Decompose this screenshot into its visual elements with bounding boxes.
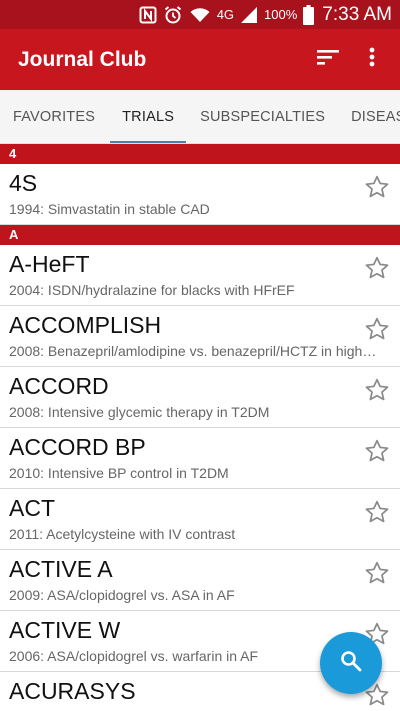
wifi-icon <box>189 5 211 25</box>
list-item[interactable]: ACCORD BP 2010: Intensive BP control in … <box>0 428 400 489</box>
trial-name: ACCOMPLISH <box>9 312 162 338</box>
trial-name: ACTIVE W <box>9 617 121 643</box>
list-item[interactable]: ACTIVE A 2009: ASA/clopidogrel vs. ASA i… <box>0 550 400 611</box>
nfc-icon <box>139 5 157 25</box>
star-outline-icon[interactable] <box>364 377 390 403</box>
list-item[interactable]: A-HeFT 2004: ISDN/hydralazine for blacks… <box>0 245 400 306</box>
sort-icon <box>317 48 339 71</box>
search-icon <box>339 649 363 678</box>
overflow-menu-button[interactable] <box>350 38 394 82</box>
trial-list[interactable]: 4 4S 1994: Simvastatin in stable CAD A A… <box>0 144 400 711</box>
list-item[interactable]: 4S 1994: Simvastatin in stable CAD <box>0 164 400 225</box>
trial-description: 2008: Benazepril/amlodipine vs. benazepr… <box>9 343 380 359</box>
network-type-label: 4G <box>216 7 235 22</box>
search-button[interactable] <box>320 632 382 694</box>
status-bar: 4G 100% 7:33 AM <box>0 0 400 29</box>
star-outline-icon[interactable] <box>364 174 390 200</box>
more-vert-icon <box>369 47 375 72</box>
tab-favorites[interactable]: FAVORITES <box>13 90 95 143</box>
tab-diseases[interactable]: DISEASES <box>351 90 400 143</box>
sort-button[interactable] <box>306 38 350 82</box>
list-item[interactable]: ACCORD 2008: Intensive glycemic therapy … <box>0 367 400 428</box>
trial-description: 2010: Intensive BP control in T2DM <box>9 465 229 481</box>
trial-name: ACTIVE A <box>9 556 113 582</box>
list-item[interactable]: ACT 2011: Acetylcysteine with IV contras… <box>0 489 400 550</box>
star-outline-icon[interactable] <box>364 499 390 525</box>
trial-description: 1994: Simvastatin in stable CAD <box>9 201 210 217</box>
trial-description: 2011: Acetylcysteine with IV contrast <box>9 526 236 542</box>
trial-description: 2009: ASA/clopidogrel vs. ASA in AF <box>9 587 235 603</box>
section-header: A <box>0 225 400 245</box>
app-title: Journal Club <box>18 47 147 71</box>
alarm-icon <box>163 5 183 25</box>
trial-name: ACT <box>9 495 55 521</box>
trial-description: 2008: Intensive glycemic therapy in T2DM <box>9 404 270 420</box>
section-header: 4 <box>0 144 400 164</box>
star-outline-icon[interactable] <box>364 255 390 281</box>
trial-name: ACCORD <box>9 373 109 399</box>
tab-subspecialties[interactable]: SUBSPECIALTIES <box>200 90 325 143</box>
list-item[interactable]: ACCOMPLISH 2008: Benazepril/amlodipine v… <box>0 306 400 367</box>
signal-icon <box>240 5 258 25</box>
trial-name: ACURASYS <box>9 678 136 704</box>
app-bar: Journal Club <box>0 29 400 90</box>
trial-name: A-HeFT <box>9 251 90 277</box>
trial-name: 4S <box>9 170 38 196</box>
star-outline-icon[interactable] <box>364 438 390 464</box>
battery-percent: 100% <box>264 7 298 22</box>
tab-bar: FAVORITES TRIALS SUBSPECIALTIES DISEASES <box>0 90 400 144</box>
clock: 7:33 AM <box>322 3 392 25</box>
trial-description: 2004: ISDN/hydralazine for blacks with H… <box>9 282 295 298</box>
battery-icon <box>303 4 315 25</box>
star-outline-icon[interactable] <box>364 560 390 586</box>
tab-trials[interactable]: TRIALS <box>110 90 187 143</box>
star-outline-icon[interactable] <box>364 316 390 342</box>
trial-name: ACCORD BP <box>9 434 146 460</box>
